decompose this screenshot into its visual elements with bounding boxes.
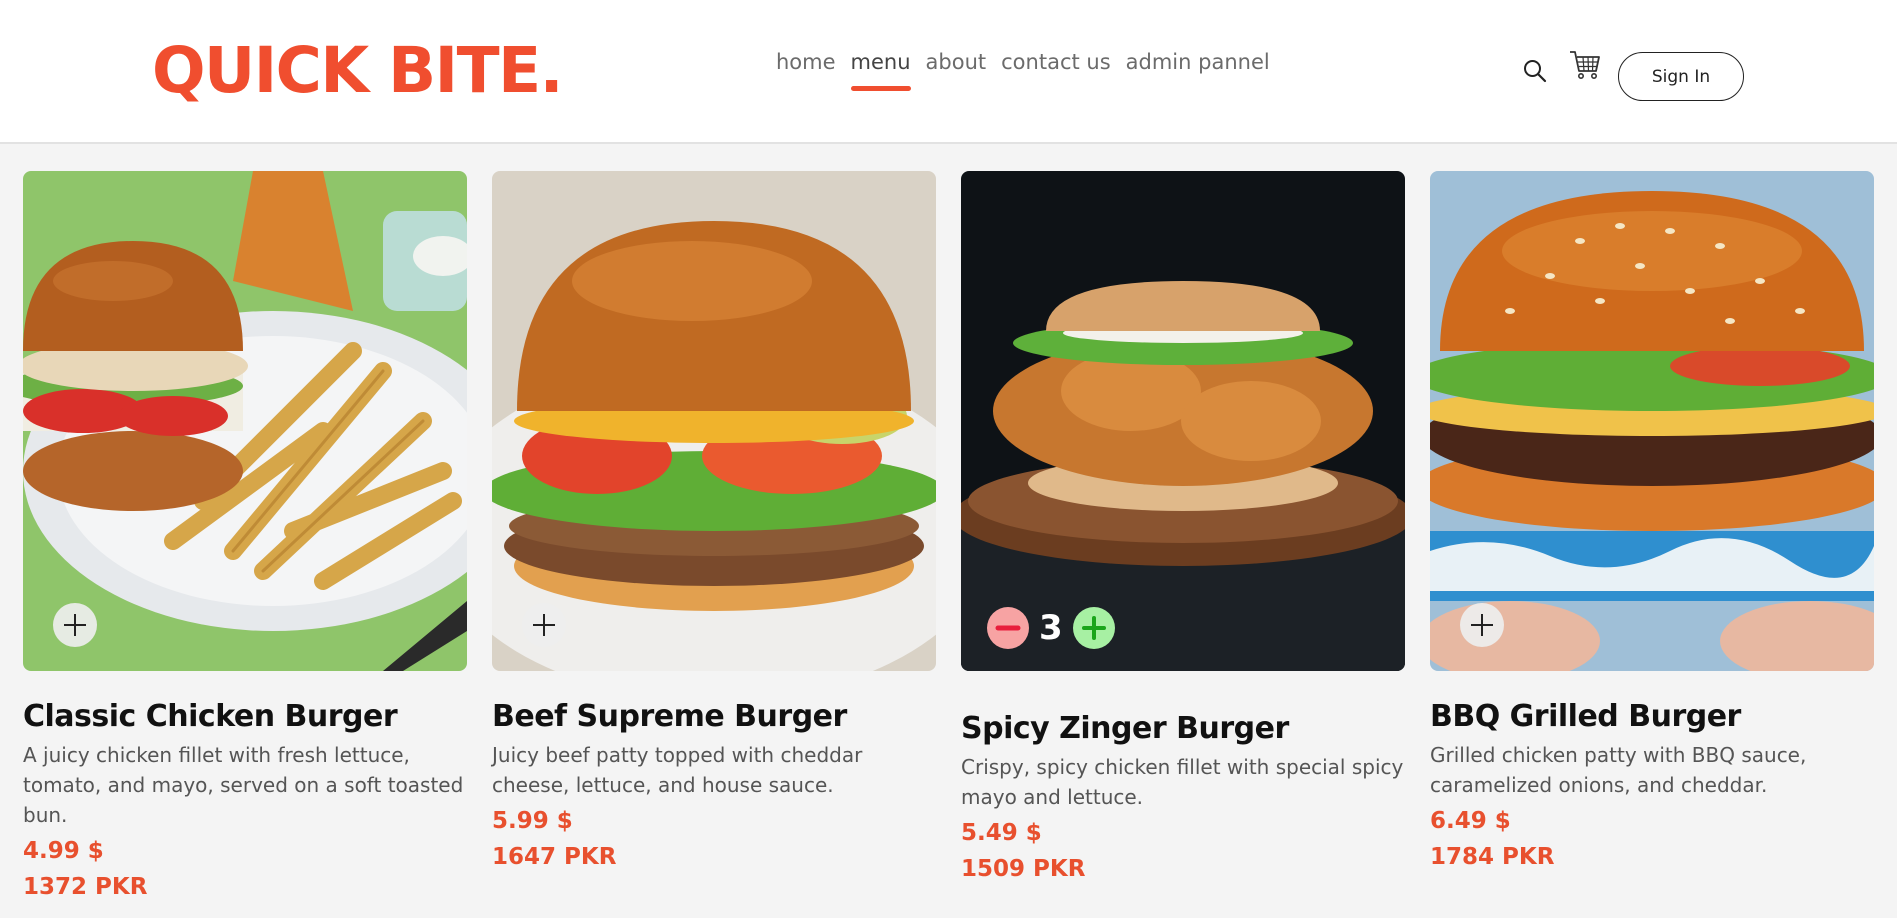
item-title: Spicy Zinger Burger [961, 711, 1289, 746]
site-header: QUICK BITE. home menu about contact us a… [0, 0, 1897, 144]
item-description: Crispy, spicy chicken fillet with specia… [961, 755, 1404, 809]
item-title: Classic Chicken Burger [23, 699, 398, 734]
chicken-burger-photo [23, 171, 467, 671]
cart-icon[interactable] [1568, 48, 1602, 82]
item-price-pkr: 1647 PKR [492, 844, 617, 870]
item-price-pkr: 1509 PKR [961, 856, 1086, 882]
increase-quantity-button[interactable] [1072, 607, 1115, 649]
item-price-pkr: 1372 PKR [23, 874, 148, 900]
item-price-usd: 5.99 $ [492, 808, 573, 834]
bbq-burger-photo [1430, 171, 1874, 671]
burger-image [1430, 171, 1874, 671]
item-price-usd: 6.49 $ [1430, 808, 1511, 834]
burger-image: 3 [961, 171, 1405, 671]
search-icon[interactable] [1522, 58, 1548, 84]
item-title: Beef Supreme Burger [492, 699, 847, 734]
nav-item-contact[interactable]: contact us [1001, 50, 1111, 74]
minus-icon [995, 625, 1021, 631]
menu-card-classic-chicken: Classic Chicken Burger A juicy chicken f… [23, 171, 467, 906]
add-to-cart-button[interactable] [53, 603, 97, 647]
burger-image [23, 171, 467, 671]
plus-icon [533, 614, 555, 636]
add-to-cart-button[interactable] [1460, 603, 1504, 647]
item-price-pkr: 1784 PKR [1430, 844, 1555, 870]
nav-item-menu[interactable]: menu [850, 50, 911, 91]
plus-icon [1471, 614, 1493, 636]
sign-in-button[interactable]: Sign In [1618, 52, 1744, 101]
burger-image [492, 171, 936, 671]
nav-item-admin[interactable]: admin pannel [1126, 50, 1270, 74]
beef-burger-photo [492, 171, 936, 671]
menu-card-spicy-zinger: 3 Spicy Zinger Burger Crispy, spicy chic… [961, 171, 1405, 888]
nav-item-about[interactable]: about [926, 50, 987, 74]
main-nav: home menu about contact us admin pannel [776, 50, 1270, 91]
quantity-count: 3 [1039, 608, 1063, 648]
item-price-usd: 5.49 $ [961, 820, 1042, 846]
menu-card-beef-supreme: Beef Supreme Burger Juicy beef patty top… [492, 171, 936, 876]
menu-card-bbq-grilled: BBQ Grilled Burger Grilled chicken patty… [1430, 171, 1874, 876]
decrease-quantity-button[interactable] [987, 607, 1029, 649]
quantity-stepper: 3 [987, 607, 1115, 649]
item-description: A juicy chicken fillet with fresh lettuc… [23, 743, 464, 827]
item-description: Grilled chicken patty with BBQ sauce, ca… [1430, 743, 1807, 797]
item-description: Juicy beef patty topped with cheddar che… [492, 743, 863, 797]
plus-icon [1081, 616, 1106, 640]
zinger-burger-photo [961, 171, 1405, 671]
add-to-cart-button[interactable] [522, 603, 566, 647]
item-price-usd: 4.99 $ [23, 838, 104, 864]
nav-item-home[interactable]: home [776, 50, 836, 74]
item-title: BBQ Grilled Burger [1430, 699, 1741, 734]
brand-logo[interactable]: QUICK BITE. [152, 34, 564, 107]
plus-icon [64, 614, 86, 636]
